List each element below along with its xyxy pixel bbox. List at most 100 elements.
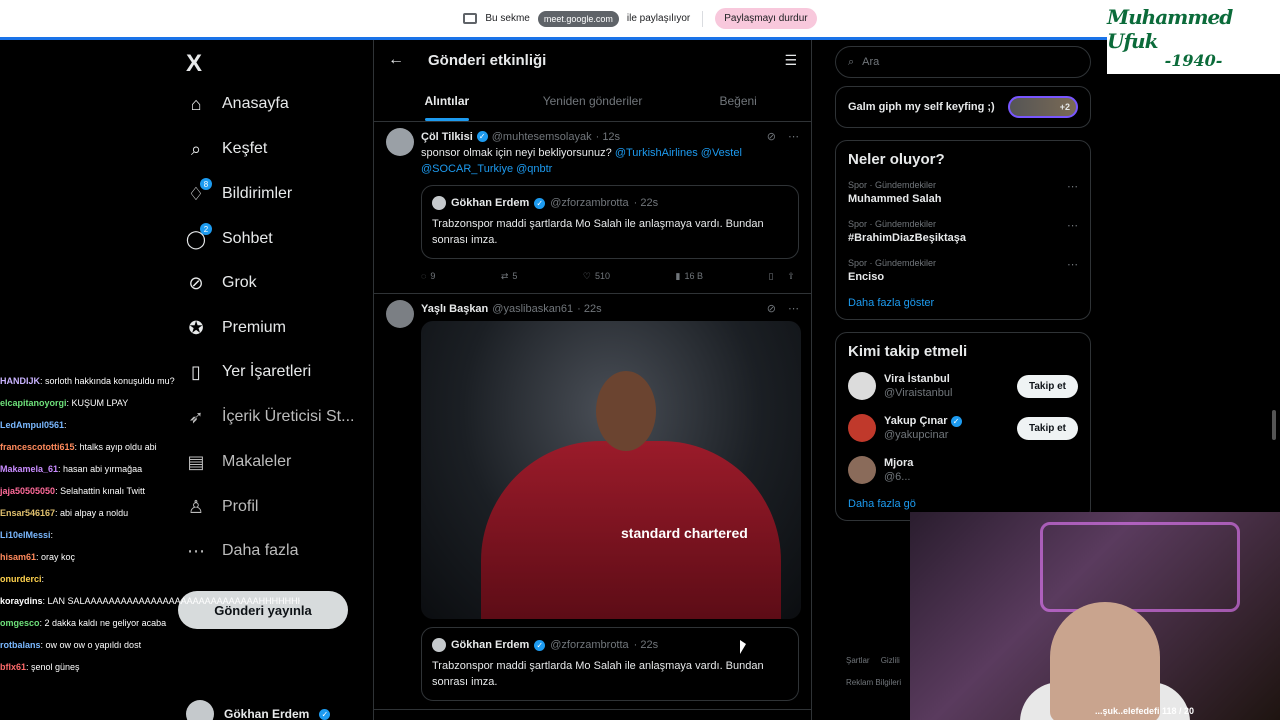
chat-message: elcapitanoyorgi: KUŞUM LPAY — [0, 392, 300, 414]
footer-link[interactable]: Gizlili — [881, 656, 900, 665]
tab-reposts[interactable]: Yeniden gönderiler — [520, 80, 666, 121]
avatar — [186, 700, 214, 720]
tab-quotes[interactable]: Alıntılar — [374, 80, 520, 121]
streamer-face — [1050, 602, 1160, 720]
who-to-follow-card: Kimi takip etmeli Vira İstanbul @Viraista… — [835, 332, 1091, 521]
timestamp[interactable]: · 12s — [596, 131, 620, 143]
chat-username: onurderci — [0, 574, 42, 584]
quoted-tweet[interactable]: Gökhan Erdem ✓ @zforzambrotta · 22s Trab… — [421, 627, 799, 701]
nav-item-notifications[interactable]: ♢ 8 Bildirimler — [186, 178, 292, 204]
follow-handle: @6... — [884, 471, 911, 483]
neon-sign — [1040, 522, 1240, 612]
page-title: Gönderi etkinliği — [428, 51, 547, 69]
trend-item[interactable]: Spor · Gündemdekiler #BrahimDiazBeşiktaş… — [848, 219, 1078, 244]
more-icon[interactable]: ⋯ — [1067, 180, 1078, 193]
footer-link[interactable]: Reklam Bilgileri — [846, 678, 901, 687]
avatar[interactable] — [386, 300, 414, 328]
bell-icon: ♢ 8 — [186, 178, 212, 204]
media-player — [596, 371, 656, 451]
nav-item-grok[interactable]: ⊘ Grok — [186, 272, 257, 293]
views-button[interactable]: ▮ 16 B — [676, 271, 703, 282]
follow-suggestion[interactable]: Mjora @6... — [848, 456, 1078, 484]
chat-message: Makamela_61: hasan abi yırmağaa — [0, 458, 300, 480]
follow-handle: @Viraistanbul — [884, 387, 953, 399]
handle[interactable]: @muhtesemsolayak — [492, 131, 592, 143]
grok-icon[interactable]: ⊘ — [767, 302, 776, 315]
more-icon[interactable]: ⋯ — [1067, 258, 1078, 271]
screen: Bu sekme meet.google.com ile paylaşılıyo… — [0, 0, 1280, 720]
trend-name: Enciso — [848, 271, 885, 283]
trend-name: Muhammed Salah — [848, 193, 942, 205]
back-arrow-icon[interactable]: ← — [388, 51, 404, 69]
quoted-text: Trabzonspor maddi şartlarda Mo Salah ile… — [432, 218, 764, 246]
chat-username: rotbalans — [0, 640, 41, 650]
account-switcher[interactable]: Gökhan Erdem ✓ — [186, 700, 331, 720]
trend-item[interactable]: Spor · Gündemdekiler Enciso ⋯ — [848, 258, 1078, 283]
reply-count: 9 — [430, 271, 436, 281]
tab-likes[interactable]: Beğeni — [665, 80, 811, 121]
avatar — [432, 196, 446, 210]
nav-label: Premium — [222, 319, 287, 336]
timestamp[interactable]: · 22s — [577, 303, 601, 315]
chat-username: LedAmpul0561 — [0, 420, 65, 430]
follow-button[interactable]: Takip et — [1016, 416, 1078, 440]
like-button[interactable]: ♡ 510 — [583, 271, 610, 282]
chat-text: : hasan abi yırmağaa — [58, 464, 143, 474]
show-more-link[interactable]: Daha fazla gö — [848, 498, 1078, 510]
more-icon[interactable]: ⋯ — [788, 302, 799, 315]
tweet-media-image[interactable]: standard chartered — [421, 321, 801, 619]
search-placeholder: Ara — [862, 56, 880, 68]
avatar — [848, 456, 876, 484]
display-name[interactable]: Çöl Tilkisi — [421, 131, 473, 143]
chat-icon: ◯ 2 — [186, 223, 212, 249]
avatar[interactable] — [386, 128, 414, 156]
nav-item-explore[interactable]: ⌕ Keşfet — [186, 139, 267, 159]
repost-button[interactable]: ⇄ 5 — [501, 271, 518, 282]
verified-icon: ✓ — [476, 131, 488, 142]
tweet-body: sponsor olmak için neyi bekliyorsunuz? — [421, 147, 612, 159]
search-icon: ⌕ — [848, 55, 855, 68]
chat-text: : — [64, 420, 67, 430]
display-name: Gökhan Erdem — [451, 197, 530, 209]
search-input[interactable]: ⌕ Ara — [835, 46, 1091, 78]
chat-text: : abi alpay a noldu — [55, 508, 129, 518]
reply-button[interactable]: ◌ 9 — [421, 271, 435, 281]
chat-username: Li10elMessi — [0, 530, 51, 540]
nav-label: Keşfet — [222, 140, 268, 157]
space-listeners: +2 — [1008, 96, 1078, 118]
share-icon[interactable]: ⇪ — [787, 271, 795, 282]
show-more-link[interactable]: Daha fazla göster — [848, 297, 1078, 309]
stop-sharing-button[interactable]: Paylaşmayı durdur — [715, 8, 817, 29]
heart-icon: ♡ — [582, 270, 591, 281]
tweet[interactable]: Çöl Tilkisi ✓ @muhtesemsolayak · 12s ⊘ ⋯ … — [374, 122, 811, 294]
nav-item-home[interactable]: ⌂ Anasayfa — [186, 94, 289, 114]
scrollbar[interactable] — [1272, 410, 1276, 440]
chat-text: : — [50, 530, 54, 540]
home-icon: ⌂ — [190, 93, 202, 114]
trend-item[interactable]: Spor · Gündemdekiler Muhammed Salah ⋯ — [848, 180, 1078, 205]
chat-message: francescototti615: htalks ayıp oldu abi — [0, 436, 300, 458]
bookmark-icon[interactable]: ▯ — [768, 271, 773, 282]
display-name[interactable]: Yaşlı Başkan — [421, 303, 488, 315]
chat-message: jaja50505050: Selahattin kınalı Twitt — [0, 480, 300, 502]
handle[interactable]: @yaslibaskan61 — [492, 303, 573, 315]
more-icon[interactable]: ⋯ — [1067, 219, 1078, 232]
grok-icon[interactable]: ⊘ — [767, 130, 776, 143]
follow-suggestion[interactable]: Vira İstanbul @Viraistanbul Takip et — [848, 372, 1078, 400]
quoted-tweet[interactable]: Gökhan Erdem ✓ @zforzambrotta · 22s Trab… — [421, 185, 799, 259]
verified-icon: ✓ — [534, 639, 546, 651]
quoted-text: Trabzonspor maddi şartlarda Mo Salah ile… — [432, 660, 764, 688]
avatar — [848, 414, 876, 442]
grok-icon: ⊘ — [188, 272, 204, 293]
follow-button[interactable]: Takip et — [1016, 374, 1078, 398]
chat-text: : şenol güneş — [26, 662, 80, 672]
settings-sliders-icon[interactable]: ☰ — [784, 52, 797, 69]
more-icon[interactable]: ⋯ — [788, 130, 799, 143]
footer-link[interactable]: Şartlar — [846, 656, 870, 665]
nav-item-premium[interactable]: ✪ Premium — [186, 318, 286, 338]
follow-suggestion[interactable]: Yakup Çınar ✓ @yakupcinar Takip et — [848, 414, 1078, 442]
nav-item-chat[interactable]: ◯ 2 Sohbet — [186, 223, 273, 249]
x-logo-icon[interactable]: X — [186, 50, 202, 78]
live-space-card[interactable]: Galm giph my self keyfing ;) +2 — [835, 86, 1091, 128]
nav-label: Grok — [222, 274, 257, 291]
